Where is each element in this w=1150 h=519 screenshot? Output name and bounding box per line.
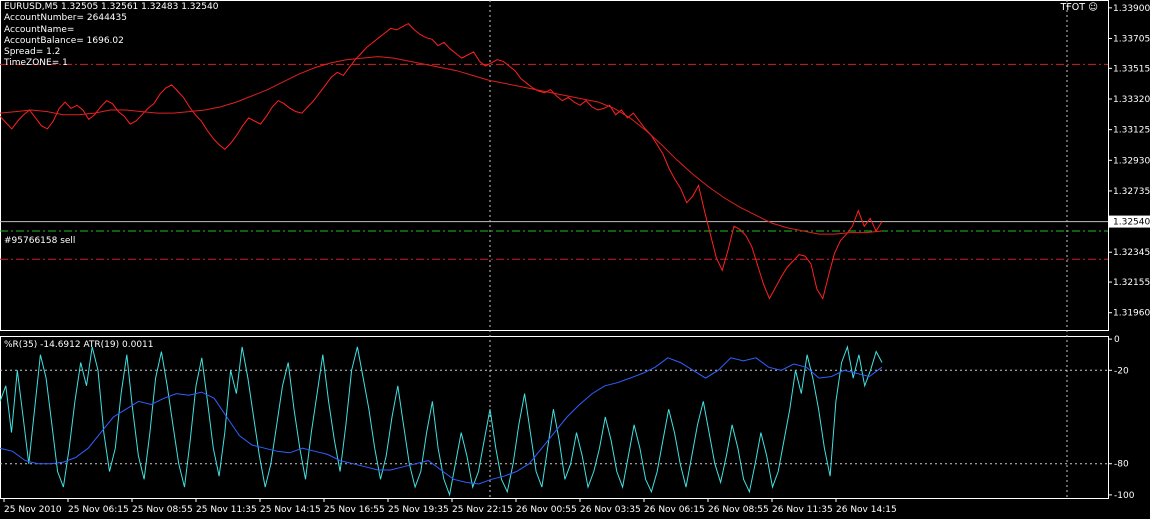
symbol-line: EURUSD,M5 1.32505 1.32561 1.32483 1.3254… bbox=[4, 2, 219, 12]
time-tick-label-12: 26 Nov 11:35 bbox=[772, 505, 833, 515]
account-info: EURUSD,M5 1.32505 1.32561 1.32483 1.3254… bbox=[4, 2, 218, 70]
time-tick-label-4: 25 Nov 14:15 bbox=[260, 505, 321, 515]
price-tick-label-2: 1.33515 bbox=[1113, 64, 1150, 74]
price-tick-label-1: 1.33705 bbox=[1113, 35, 1150, 45]
timezone: TimeZONE= 1 bbox=[4, 58, 68, 69]
chart-canvas[interactable]: 1.33900 1.33705 1.33515 1.33320 1.33125 1.329… bbox=[0, 0, 1150, 519]
time-tick-label-8: 26 Nov 00:55 bbox=[516, 505, 577, 515]
price-tick-label-10: 1.31960 bbox=[1113, 309, 1150, 319]
price-tick-label-9: 1.32155 bbox=[1113, 278, 1150, 288]
price-tick-label-4: 1.33125 bbox=[1113, 126, 1150, 136]
indicator-tick-label-2: -80 bbox=[1114, 460, 1129, 470]
time-tick-label-7: 25 Nov 22:15 bbox=[452, 505, 513, 515]
indicator-label: %R(35) -14.6912 ATR(19) 0.0011 bbox=[4, 340, 154, 350]
spread: Spread= 1.2 bbox=[4, 47, 61, 58]
price-tick-label-8: 1.32345 bbox=[1113, 248, 1150, 258]
account-name: AccountName= bbox=[4, 24, 75, 35]
price-tick-label-7: 1.32540 bbox=[1113, 218, 1150, 228]
price-tick-label-6: 1.32735 bbox=[1113, 187, 1150, 197]
time-tick-label-6: 25 Nov 19:35 bbox=[388, 505, 449, 515]
price-tick-label-0: 1.33900 bbox=[1113, 4, 1150, 14]
time-tick-label-2: 25 Nov 08:55 bbox=[132, 505, 193, 515]
time-tick-label-9: 26 Nov 03:35 bbox=[580, 505, 641, 515]
price-tick-label-5: 1.32930 bbox=[1113, 156, 1150, 166]
indicator-tick-label-0: 0 bbox=[1114, 335, 1120, 345]
time-tick-label-11: 26 Nov 08:55 bbox=[708, 505, 769, 515]
time-tick-label-13: 26 Nov 14:15 bbox=[836, 505, 897, 515]
time-tick-label-0: 25 Nov 2010 bbox=[4, 505, 62, 515]
time-tick-label-3: 25 Nov 11:35 bbox=[196, 505, 257, 515]
account-balance: AccountBalance= 1696.02 bbox=[4, 35, 124, 46]
indicator-tick-label-3: -100 bbox=[1114, 491, 1135, 501]
time-tick-label-10: 26 Nov 06:15 bbox=[644, 505, 705, 515]
time-tick-label-5: 25 Nov 16:55 bbox=[324, 505, 385, 515]
account-number: AccountNumber= 2644435 bbox=[4, 13, 127, 24]
expert-badge[interactable]: TFOT ☺ bbox=[1061, 3, 1098, 13]
order-label[interactable]: #95766158 sell bbox=[4, 236, 75, 246]
indicator-tick-label-1: -20 bbox=[1114, 366, 1129, 376]
time-tick-label-1: 25 Nov 06:15 bbox=[68, 505, 129, 515]
price-tick-label-3: 1.33320 bbox=[1113, 95, 1150, 105]
